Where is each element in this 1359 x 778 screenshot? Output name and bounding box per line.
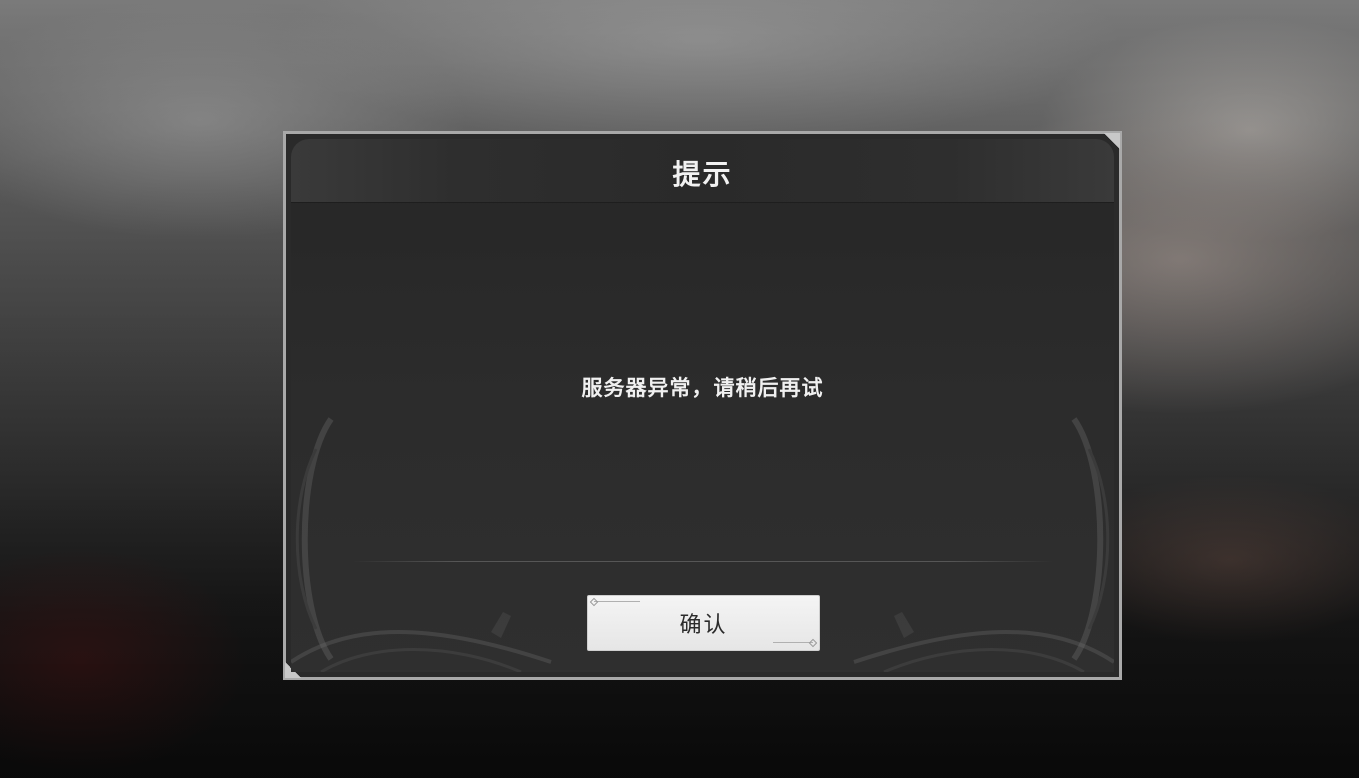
button-decoration (773, 642, 813, 643)
bottom-ornament-left (291, 612, 552, 672)
game-scene: 提示 服务器异常，请稍后再试 确认 (0, 0, 1359, 778)
alert-dialog: 提示 服务器异常，请稍后再试 确认 (283, 131, 1122, 680)
confirm-button-label: 确认 (679, 613, 728, 638)
dialog-header: 提示 (291, 139, 1114, 203)
button-decoration (594, 601, 640, 602)
dialog-divider (351, 561, 1054, 562)
bottom-ornament-right (853, 612, 1114, 672)
dialog-body: 提示 服务器异常，请稍后再试 确认 (291, 139, 1114, 672)
dialog-message: 服务器异常，请稍后再试 (581, 376, 824, 400)
dialog-title: 提示 (672, 157, 733, 191)
confirm-button[interactable]: 确认 (587, 595, 820, 651)
